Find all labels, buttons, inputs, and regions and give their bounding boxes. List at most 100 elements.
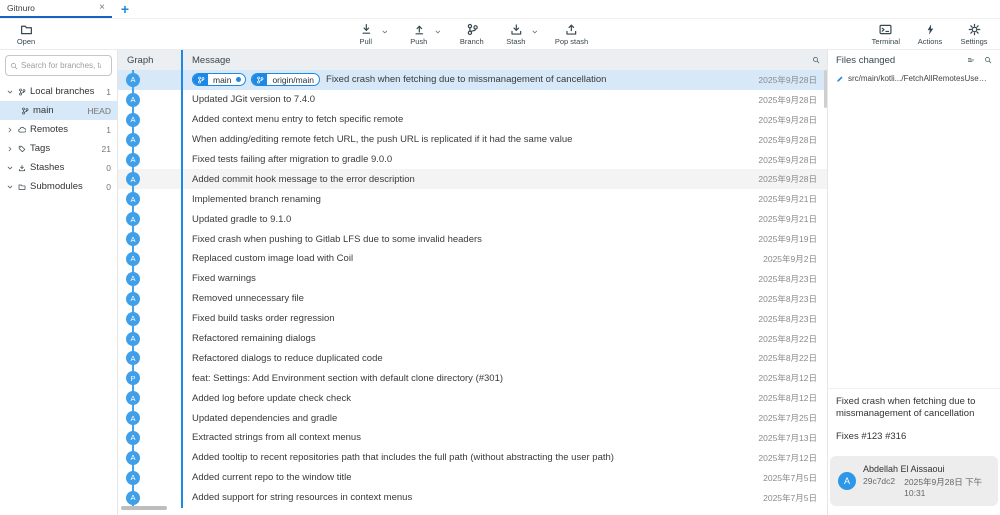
stash-dropdown-icon[interactable] bbox=[531, 28, 539, 36]
log-header: Graph Message bbox=[118, 50, 827, 70]
commit-row[interactable]: A Fixed build tasks order regression 202… bbox=[118, 309, 827, 329]
toolbar-right: Terminal Actions Settings bbox=[872, 23, 988, 46]
commit-row[interactable]: A Added context menu entry to fetch spec… bbox=[118, 110, 827, 130]
commit-row[interactable]: A Added commit hook message to the error… bbox=[118, 169, 827, 189]
commit-message-cell: Added log before update check check bbox=[181, 388, 735, 408]
chevron-right-icon[interactable] bbox=[6, 126, 14, 134]
commit-row[interactable]: A Refactored dialogs to reduce duplicate… bbox=[118, 348, 827, 368]
terminal-button[interactable]: Terminal bbox=[872, 23, 900, 46]
toolbar-center: Pull Push Branch Stash Pop stash bbox=[352, 19, 588, 49]
sidebar-item-label: main bbox=[33, 105, 54, 116]
changed-files-list: src/main/kotli.../FetchAllRemotesUseCase… bbox=[828, 70, 1000, 87]
settings-button[interactable]: Settings bbox=[960, 23, 988, 46]
graph-cell: A bbox=[118, 130, 181, 150]
commit-message-cell: Removed unnecessary file bbox=[181, 289, 735, 309]
graph-cell: A bbox=[118, 229, 181, 249]
commit-row[interactable]: A Added log before update check check 20… bbox=[118, 388, 827, 408]
commit-message: Refactored dialogs to reduce duplicated … bbox=[192, 353, 383, 364]
commit-date: 2025年7月13日 bbox=[735, 428, 827, 448]
commit-message-cell: Implemented branch renaming bbox=[181, 189, 735, 209]
close-tab-icon[interactable]: × bbox=[99, 3, 105, 13]
commit-message: Refactored remaining dialogs bbox=[192, 333, 316, 344]
chevron-down-icon[interactable] bbox=[6, 88, 14, 96]
sidebar-item-count: 0 bbox=[106, 182, 111, 192]
tab-gitnuro[interactable]: Gitnuro × bbox=[0, 0, 112, 18]
open-button[interactable]: Open bbox=[12, 23, 40, 46]
graph-horizontal-scrollbar[interactable] bbox=[121, 506, 167, 510]
commit-row[interactable]: A Refactored remaining dialogs 2025年8月22… bbox=[118, 329, 827, 349]
commit-message-cell: Extracted strings from all context menus bbox=[181, 428, 735, 448]
sidebar-item-icon bbox=[18, 145, 26, 153]
sidebar-item[interactable]: Local branches 1 bbox=[0, 82, 117, 101]
push-button[interactable]: Push bbox=[405, 23, 433, 46]
branch-badge[interactable]: main bbox=[192, 73, 246, 86]
commit-message: Implemented branch renaming bbox=[192, 194, 321, 205]
push-dropdown-icon[interactable] bbox=[434, 28, 442, 36]
new-tab-button[interactable]: + bbox=[112, 0, 138, 18]
commit-date: 2025年8月22日 bbox=[735, 329, 827, 349]
commit-row[interactable]: A Added current repo to the window title… bbox=[118, 468, 827, 488]
message-column-header: Message bbox=[181, 50, 827, 70]
commit-avatar: A bbox=[126, 232, 140, 246]
commit-row[interactable]: A Updated JGit version to 7.4.0 2025年9月2… bbox=[118, 90, 827, 110]
commit-row[interactable]: A Removed unnecessary file 2025年8月23日 bbox=[118, 289, 827, 309]
commit-row[interactable]: P feat: Settings: Add Environment sectio… bbox=[118, 368, 827, 388]
graph-cell: A bbox=[118, 90, 181, 110]
chevron-down-icon[interactable] bbox=[6, 164, 14, 172]
branch-search-box[interactable] bbox=[5, 55, 112, 76]
file-search-icon[interactable] bbox=[984, 56, 992, 64]
commit-row[interactable]: A Added tooltip to recent repositories p… bbox=[118, 448, 827, 468]
commit-row[interactable]: A Fixed crash when pushing to Gitlab LFS… bbox=[118, 229, 827, 249]
stash-button[interactable]: Stash bbox=[502, 23, 530, 46]
commit-row[interactable]: A Fixed tests failing after migration to… bbox=[118, 150, 827, 170]
commit-row[interactable]: A Implemented branch renaming 2025年9月21日 bbox=[118, 189, 827, 209]
commit-row[interactable]: A Added support for string resources in … bbox=[118, 488, 827, 508]
commit-message: Removed unnecessary file bbox=[192, 293, 304, 304]
graph-cell: A bbox=[118, 408, 181, 428]
sidebar-item-icon bbox=[18, 126, 26, 134]
commit-row[interactable]: A Updated gradle to 9.1.0 2025年9月21日 bbox=[118, 209, 827, 229]
commit-message-cell: Replaced custom image load with Coil bbox=[181, 249, 735, 269]
commit-row[interactable]: A When adding/editing remote fetch URL, … bbox=[118, 130, 827, 150]
sidebar-item[interactable]: Stashes 0 bbox=[0, 158, 117, 177]
commit-message-cell: Fixed warnings bbox=[181, 269, 735, 289]
files-changed-title: Files changed bbox=[836, 55, 895, 66]
pull-button[interactable]: Pull bbox=[352, 23, 380, 46]
graph-cell: A bbox=[118, 488, 181, 508]
commit-avatar: A bbox=[126, 471, 140, 485]
details-panel: Files changed src/main/kotli.../FetchAll… bbox=[827, 50, 1000, 515]
commit-date: 2025年9月28日 bbox=[735, 90, 827, 110]
graph-cell: A bbox=[118, 110, 181, 130]
commit-date: 2025年8月12日 bbox=[735, 388, 827, 408]
commit-message: Replaced custom image load with Coil bbox=[192, 253, 353, 264]
chevron-down-icon[interactable] bbox=[6, 183, 14, 191]
commit-message-cell: Fixed build tasks order regression bbox=[181, 309, 735, 329]
files-changed-actions bbox=[967, 56, 992, 64]
chevron-right-icon[interactable] bbox=[6, 145, 14, 153]
sidebar-item-label: Remotes bbox=[30, 124, 68, 135]
changed-file-row[interactable]: src/main/kotli.../FetchAllRemotesUseCase… bbox=[828, 70, 1000, 87]
sidebar-item[interactable]: Tags 21 bbox=[0, 139, 117, 158]
commit-row[interactable]: A main bbox=[118, 70, 827, 90]
actions-button[interactable]: Actions bbox=[916, 23, 944, 46]
sidebar-item-label: Tags bbox=[30, 143, 50, 154]
branch-badge[interactable]: origin/main bbox=[251, 73, 320, 86]
branch-button[interactable]: Branch bbox=[458, 23, 486, 46]
pull-dropdown-icon[interactable] bbox=[381, 28, 389, 36]
commit-date: 2025年7月25日 bbox=[735, 408, 827, 428]
pop-stash-button[interactable]: Pop stash bbox=[555, 23, 588, 46]
branch-badges: main origin/main bbox=[192, 73, 320, 86]
sidebar-item[interactable]: main HEAD bbox=[0, 101, 117, 120]
sidebar-item[interactable]: Remotes 1 bbox=[0, 120, 117, 139]
commit-date: 2025年8月23日 bbox=[735, 309, 827, 329]
content: Local branches 1 main HEAD Remotes bbox=[0, 50, 1000, 515]
view-mode-icon[interactable] bbox=[967, 56, 975, 64]
vertical-scrollbar[interactable] bbox=[824, 70, 827, 108]
branch-search-input[interactable] bbox=[21, 61, 101, 70]
commit-row[interactable]: A Updated dependencies and gradle 2025年7… bbox=[118, 408, 827, 428]
commit-row[interactable]: A Extracted strings from all context men… bbox=[118, 428, 827, 448]
commit-row[interactable]: A Replaced custom image load with Coil 2… bbox=[118, 249, 827, 269]
log-search-icon[interactable] bbox=[812, 56, 820, 64]
sidebar-item[interactable]: Submodules 0 bbox=[0, 177, 117, 196]
commit-row[interactable]: A Fixed warnings 2025年8月23日 bbox=[118, 269, 827, 289]
